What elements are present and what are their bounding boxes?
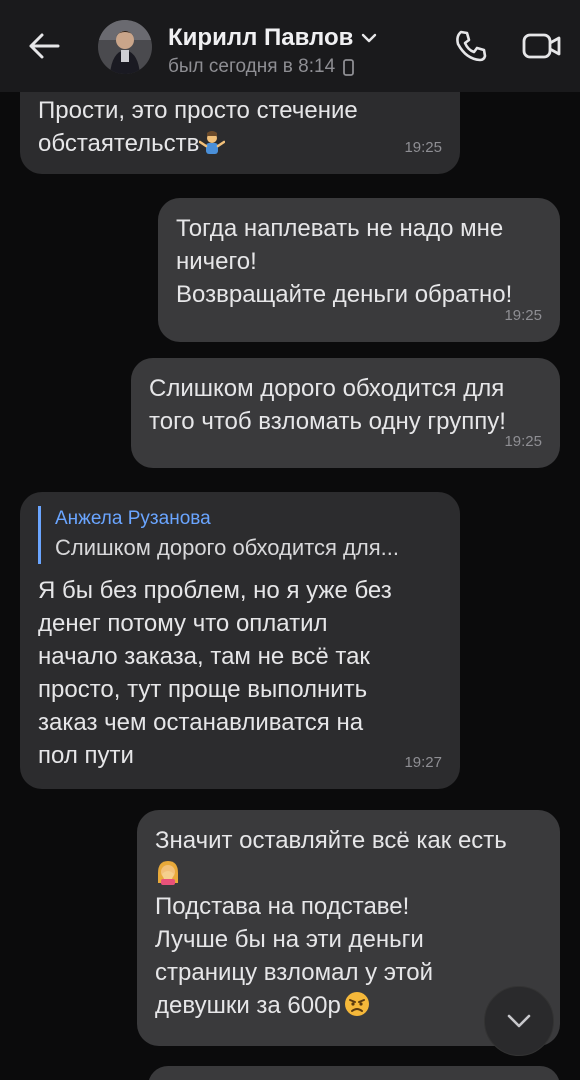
video-call-button[interactable] (518, 26, 566, 66)
arrow-left-icon (29, 33, 60, 59)
message-text-line: Подстава на подставе! (155, 893, 410, 920)
message-text-line: Значит оставляйте всё как есть (155, 827, 507, 854)
back-button[interactable] (24, 26, 64, 66)
chat-area: Прости, это просто стечение обстаятельст… (0, 0, 580, 1080)
message-bubble-outgoing[interactable] (148, 1066, 560, 1080)
chat-header: Кирилл Павлов был сегодня в 8:14 (0, 0, 580, 92)
message-bubble-incoming[interactable]: Прости, это просто стечение обстаятельст… (20, 82, 460, 174)
message-text-line: Тогда наплевать не надо мне (176, 215, 504, 242)
message-text-line: начало заказа, там не всё так (38, 643, 370, 670)
message-time: 19:25 (404, 139, 442, 156)
message-text-line: денег потому что оплатил (38, 610, 328, 637)
phone-device-icon (343, 58, 355, 76)
chevron-down-icon (507, 1014, 531, 1028)
message-text-line: ничего! (176, 248, 257, 275)
message-text-line: просто, тут проще выполнить (38, 676, 368, 703)
reply-text: Слишком дорого обходится для... (55, 535, 399, 560)
message-text-line (155, 857, 542, 890)
message-time: 19:25 (504, 433, 542, 450)
message-text-line: Я бы без проблем, но я уже без (38, 577, 392, 604)
message-bubble-incoming[interactable]: Анжела Рузанова Слишком дорого обходится… (20, 492, 460, 789)
angry-face-emoji-icon (344, 991, 370, 1017)
reply-author: Анжела Рузанова (55, 508, 211, 529)
message-text-line: Лучше бы на эти деньги (155, 926, 424, 953)
scroll-to-bottom-button[interactable] (484, 986, 554, 1056)
chevron-down-icon (362, 33, 377, 43)
contact-name-button[interactable]: Кирилл Павлов (168, 24, 377, 52)
woman-facepalming-emoji-icon (155, 859, 181, 885)
message-text-line: Возвращайте деньги обратно! (176, 281, 513, 308)
message-text-line: Слишком дорого обходится для (149, 375, 505, 402)
phone-icon (456, 30, 487, 62)
status-line: был сегодня в 8:14 (168, 56, 355, 78)
message-text-line: заказ чем останавливатся на (38, 709, 364, 736)
message-time: 19:27 (404, 754, 442, 771)
message-text-line: обстаятельств (38, 127, 442, 160)
avatar[interactable] (98, 20, 152, 74)
contact-name: Кирилл Павлов (168, 24, 354, 51)
message-text-line: пол пути (38, 742, 134, 769)
reply-quote[interactable]: Анжела Рузанова Слишком дорого обходится… (38, 506, 442, 564)
message-text-line: страницу взломал у этой (155, 959, 433, 986)
message-text-line: Прости, это просто стечение (38, 97, 358, 124)
last-seen-status: был сегодня в 8:14 (168, 56, 336, 77)
message-bubble-outgoing[interactable]: Слишком дорого обходится для того чтоб в… (131, 358, 560, 468)
message-bubble-outgoing[interactable]: Тогда наплевать не надо мне ничего! Возв… (158, 198, 560, 342)
call-button[interactable] (448, 26, 492, 66)
person-shrugging-emoji-icon (199, 129, 226, 155)
message-time: 19:25 (504, 307, 542, 324)
message-text-line: того чтоб взломать одну группу! (149, 408, 506, 435)
video-camera-icon (522, 33, 561, 59)
